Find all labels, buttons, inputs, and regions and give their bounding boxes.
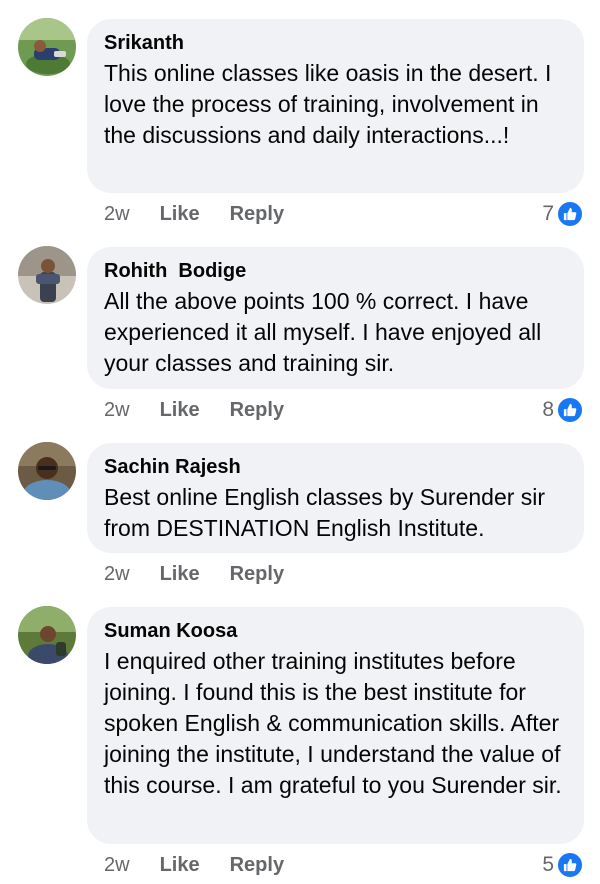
like-button[interactable]: Like	[160, 563, 200, 586]
comment-actions: 2w Like Reply	[104, 200, 284, 228]
reply-button[interactable]: Reply	[230, 563, 284, 586]
timestamp[interactable]: 2w	[104, 203, 130, 226]
comment-bubble: Rohith Bodige All the above points 100 %…	[87, 247, 584, 389]
author-name[interactable]: Sachin Rajesh	[104, 454, 566, 480]
author-name[interactable]: Srikanth	[104, 30, 566, 56]
reaction-summary[interactable]: 7	[542, 200, 584, 228]
like-button[interactable]: Like	[160, 854, 200, 877]
author-name[interactable]: Rohith Bodige	[104, 258, 566, 284]
reply-button[interactable]: Reply	[230, 399, 284, 422]
comment-text: This online classes like oasis in the de…	[104, 60, 552, 148]
reaction-count: 8	[542, 398, 554, 421]
thumbs-up-icon	[556, 851, 584, 879]
avatar[interactable]	[18, 606, 76, 664]
reaction-summary[interactable]: 5	[542, 851, 584, 879]
comment-bubble: Sachin Rajesh Best online English classe…	[87, 443, 584, 553]
avatar[interactable]	[18, 246, 76, 304]
timestamp[interactable]: 2w	[104, 854, 130, 877]
author-name[interactable]: Suman Koosa	[104, 618, 566, 644]
like-button[interactable]: Like	[160, 399, 200, 422]
comment-text: I enquired other training institutes bef…	[104, 648, 562, 798]
comment-actions: 2w Like Reply	[104, 396, 284, 424]
comment-text: All the above points 100 % correct. I ha…	[104, 288, 542, 376]
comment-bubble: Suman Koosa I enquired other training in…	[87, 607, 584, 844]
reaction-count: 5	[542, 853, 554, 876]
timestamp[interactable]: 2w	[104, 563, 130, 586]
avatar[interactable]	[18, 442, 76, 500]
comment-bubble: Srikanth This online classes like oasis …	[87, 19, 584, 193]
comment-actions: 2w Like Reply	[104, 851, 284, 879]
reaction-count: 7	[542, 202, 554, 225]
timestamp[interactable]: 2w	[104, 399, 130, 422]
thumbs-up-icon	[556, 200, 584, 228]
thumbs-up-icon	[556, 396, 584, 424]
comment-actions: 2w Like Reply	[104, 560, 284, 588]
reply-button[interactable]: Reply	[230, 854, 284, 877]
avatar[interactable]	[18, 18, 76, 76]
like-button[interactable]: Like	[160, 203, 200, 226]
reaction-summary[interactable]: 8	[542, 396, 584, 424]
reply-button[interactable]: Reply	[230, 203, 284, 226]
comment-text: Best online English classes by Surender …	[104, 484, 546, 541]
